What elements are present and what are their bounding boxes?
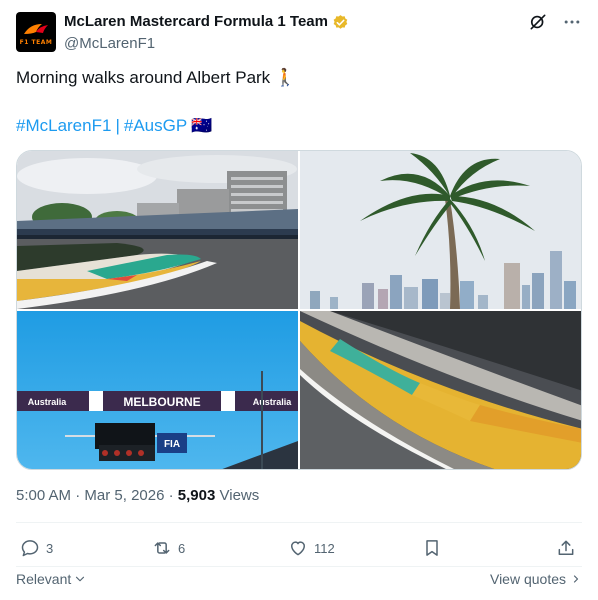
views-count: 5,903 xyxy=(177,487,216,504)
reply-count: 3 xyxy=(46,540,54,556)
view-quotes-label: View quotes xyxy=(489,571,566,587)
gantry-badge-text: FIA xyxy=(164,439,180,450)
hashtag-mclarenf1[interactable]: #McLarenF1 xyxy=(16,114,111,138)
heart-icon xyxy=(291,541,305,556)
meta-dot: · xyxy=(75,487,81,504)
share-button[interactable] xyxy=(556,534,576,562)
repost-count: 6 xyxy=(178,540,186,556)
bookmark-icon xyxy=(426,540,438,556)
grok-icon[interactable] xyxy=(528,12,548,32)
chevron-right-icon xyxy=(573,575,579,583)
divider xyxy=(16,566,582,567)
gantry-banner-center-text: MELBOURNE xyxy=(123,395,200,409)
avatar[interactable]: F1 TEAM xyxy=(16,12,56,52)
avatar-logo-text: F1 TEAM xyxy=(19,39,53,46)
reply-button[interactable]: 3 xyxy=(20,534,53,562)
reply-icon xyxy=(21,540,39,557)
australia-flag-emoji: 🇦🇺 xyxy=(191,116,213,135)
chevron-down-icon xyxy=(76,576,85,582)
tweet-date[interactable]: Mar 5, 2026 xyxy=(84,487,164,504)
view-quotes-link[interactable]: View quotes xyxy=(490,571,582,587)
share-icon xyxy=(558,540,574,555)
tweet-meta: 5:00 AM · Mar 5, 2026 · 5,903 Views xyxy=(16,486,259,506)
hashtag-ausgp[interactable]: #AusGP xyxy=(124,114,187,138)
tweet-text: Morning walks around Albert Park 🚶 xyxy=(16,68,297,87)
repost-button[interactable]: 6 xyxy=(152,534,185,562)
hashtag-line: #McLarenF1 | #AusGP 🇦🇺 xyxy=(16,114,212,138)
track-grandstand-photo[interactable] xyxy=(17,151,298,309)
sort-label: Relevant xyxy=(16,571,72,587)
hashtag-separator: | xyxy=(115,116,120,135)
action-bar: 3 6 112 xyxy=(16,534,582,564)
mclaren-logo-icon xyxy=(24,24,48,34)
display-name[interactable]: McLaren Mastercard Formula 1 Team xyxy=(64,12,328,32)
bookmark-button[interactable] xyxy=(422,534,442,562)
media-grid: Australia MELBOURNE Australia FIA xyxy=(16,150,582,470)
palm-tree-skyline-photo[interactable] xyxy=(300,151,581,309)
sort-dropdown[interactable]: Relevant xyxy=(16,571,87,587)
repost-icon xyxy=(154,542,170,554)
like-button[interactable]: 112 xyxy=(288,534,335,562)
gantry-banner-right-text: Australia xyxy=(253,397,293,407)
verified-badge-icon[interactable] xyxy=(332,14,349,31)
handle[interactable]: @McLarenF1 xyxy=(64,34,349,54)
views-label: Views xyxy=(219,487,260,504)
kerb-closeup-photo[interactable] xyxy=(300,311,581,469)
melbourne-start-gantry-photo[interactable]: Australia MELBOURNE Australia FIA xyxy=(17,311,298,469)
more-horizontal-icon[interactable] xyxy=(562,12,582,32)
meta-dot: · xyxy=(168,487,174,504)
tweet-time[interactable]: 5:00 AM xyxy=(16,487,71,504)
tweet-header: F1 TEAM McLaren Mastercard Formula 1 Tea… xyxy=(16,12,582,56)
gantry-banner-left-text: Australia xyxy=(28,397,68,407)
divider xyxy=(16,522,582,523)
like-count: 112 xyxy=(314,540,335,556)
